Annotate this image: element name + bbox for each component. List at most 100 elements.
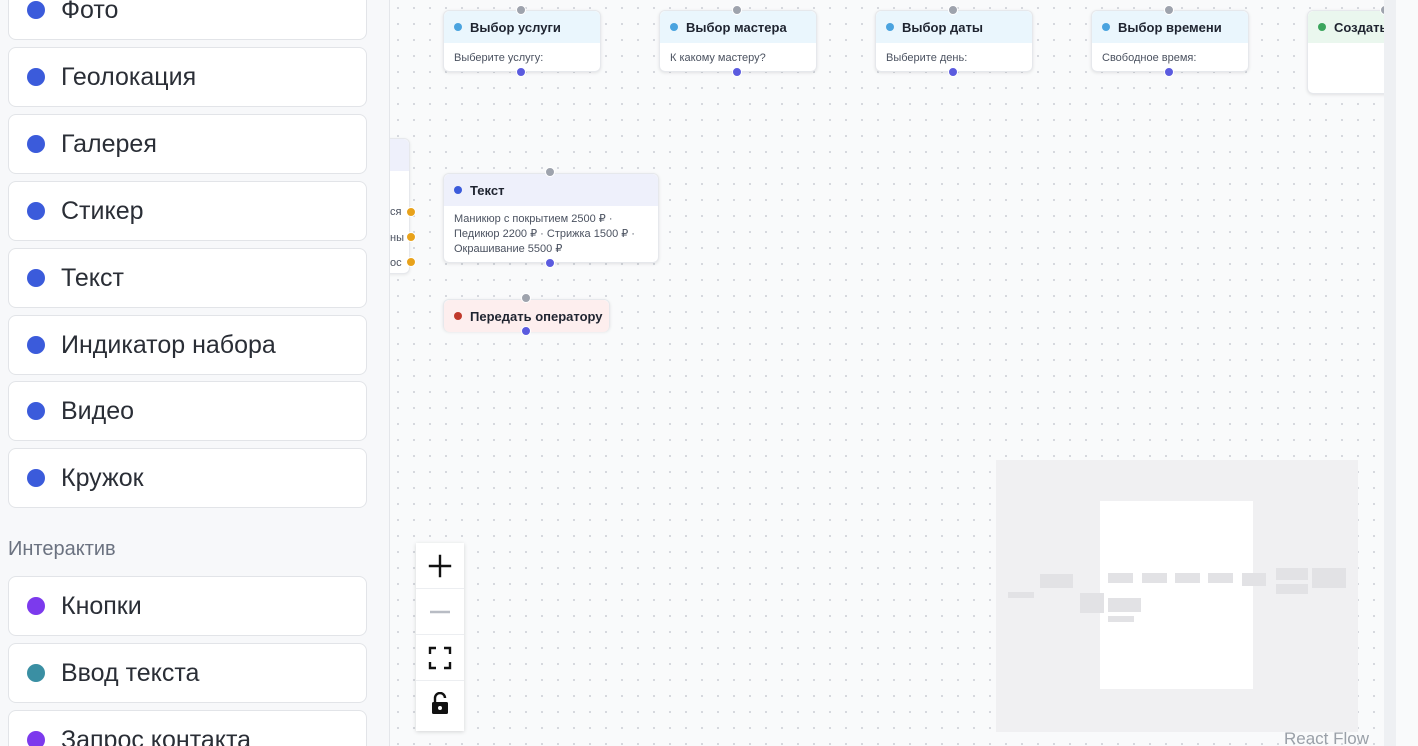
block-item-geolocation[interactable]: Геолокация [8,47,367,107]
flow-controls [416,543,464,731]
minimap[interactable] [996,460,1358,732]
block-item-label: Индикатор набора [61,330,276,359]
flow-node-master[interactable]: Выбор мастера К какому мастеру? [659,10,817,72]
canvas-scrollbar[interactable] [1384,0,1396,746]
node-title: Выбор услуги [470,19,561,35]
block-item-label: Ввод текста [61,658,200,687]
node-header: Выбор услуги [444,11,600,43]
node-header: Текст [444,174,658,206]
block-item-label: Кружок [61,463,144,492]
flow-node-date[interactable]: Выбор даты Выберите день: [875,10,1033,72]
fit-view-button[interactable] [416,635,464,681]
output-handle[interactable] [406,232,416,242]
block-item-contact-request[interactable]: Запрос контакта [8,710,367,746]
right-gutter [1396,0,1418,746]
node-color-dot [670,23,678,31]
input-handle[interactable] [545,167,555,177]
flow-node-service[interactable]: Выбор услуги Выберите услугу: [443,10,601,72]
block-item-label: Геолокация [61,62,197,91]
fit-view-icon [428,646,452,669]
minus-icon [430,610,450,613]
node-color-dot [454,186,462,194]
block-item-sticker[interactable]: Стикер [8,181,367,241]
node-title: Текст [470,182,505,198]
output-handle[interactable] [732,67,742,77]
minimap-node [1242,573,1266,586]
block-item-label: Галерея [61,129,157,158]
node-header [390,139,409,171]
node-output-label: ны [390,232,404,244]
output-handle[interactable] [521,326,531,336]
block-color-dot [27,597,45,615]
node-color-dot [454,23,462,31]
minimap-node [1276,584,1308,594]
react-flow-attribution[interactable]: React Flow [1284,729,1369,746]
minimap-node [1080,593,1104,613]
node-title: Создать [1334,19,1384,35]
flow-canvas[interactable]: ся ны ос Выбор услуги Выберите услугу: В… [390,0,1384,746]
node-color-dot [1102,23,1110,31]
input-handle[interactable] [521,293,531,303]
block-color-dot [27,202,45,220]
input-handle[interactable] [1164,5,1174,15]
node-output-label: ся [390,206,402,218]
node-header: Создать [1308,11,1384,43]
output-handle[interactable] [1164,67,1174,77]
zoom-out-button[interactable] [416,589,464,635]
node-title: Выбор даты [902,19,983,35]
minimap-node [1175,573,1200,583]
minimap-viewport[interactable] [1100,501,1253,689]
output-handle[interactable] [545,258,555,268]
node-header: Выбор мастера [660,11,816,43]
block-color-dot [27,469,45,487]
block-color-dot [27,731,45,746]
node-color-dot [454,312,462,320]
block-color-dot [27,402,45,420]
block-item-circle-video[interactable]: Кружок [8,448,367,508]
section-title-interactive: Интерактив [8,538,116,560]
block-item-label: Фото [61,0,119,24]
block-item-gallery[interactable]: Галерея [8,114,367,174]
minimap-node [1040,574,1073,588]
block-item-text-input[interactable]: Ввод текста [8,643,367,703]
block-item-photo[interactable]: Фото [8,0,367,40]
input-handle[interactable] [948,5,958,15]
node-title: Выбор мастера [686,19,787,35]
block-item-typing-indicator[interactable]: Индикатор набора [8,315,367,375]
lock-toggle-button[interactable] [416,681,464,727]
node-header: Выбор времени [1092,11,1248,43]
block-color-dot [27,336,45,354]
block-item-label: Запрос контакта [61,725,252,746]
flow-node-text[interactable]: Текст Маникюр с покрытием 2500 ₽ · Педик… [443,173,659,263]
block-color-dot [27,68,45,86]
minimap-node [1108,573,1133,583]
minimap-node [1108,616,1134,622]
node-header: Выбор даты [876,11,1032,43]
node-color-dot [1318,23,1326,31]
block-item-label: Кнопки [61,591,142,620]
zoom-in-button[interactable] [416,543,464,589]
minimap-node [1312,568,1346,588]
output-handle[interactable] [516,67,526,77]
input-handle[interactable] [516,5,526,15]
node-output-label: ос [390,257,402,269]
node-title: Выбор времени [1118,19,1222,35]
block-item-text[interactable]: Текст [8,248,367,308]
flow-node-time[interactable]: Выбор времени Свободное время: [1091,10,1249,72]
output-handle[interactable] [948,67,958,77]
block-color-dot [27,664,45,682]
block-color-dot [27,135,45,153]
output-handle[interactable] [406,257,416,267]
block-item-label: Видео [61,396,135,425]
input-handle[interactable] [732,5,742,15]
block-item-video[interactable]: Видео [8,381,367,441]
block-item-buttons[interactable]: Кнопки [8,576,367,636]
block-item-label: Текст [61,263,124,292]
output-handle[interactable] [406,207,416,217]
flow-node-create[interactable]: Создать [1307,10,1384,94]
minimap-node [1142,573,1167,583]
node-title: Передать оператору [470,308,603,324]
minimap-node [1108,598,1141,612]
plus-icon [428,554,452,577]
minimap-node [1208,573,1233,583]
